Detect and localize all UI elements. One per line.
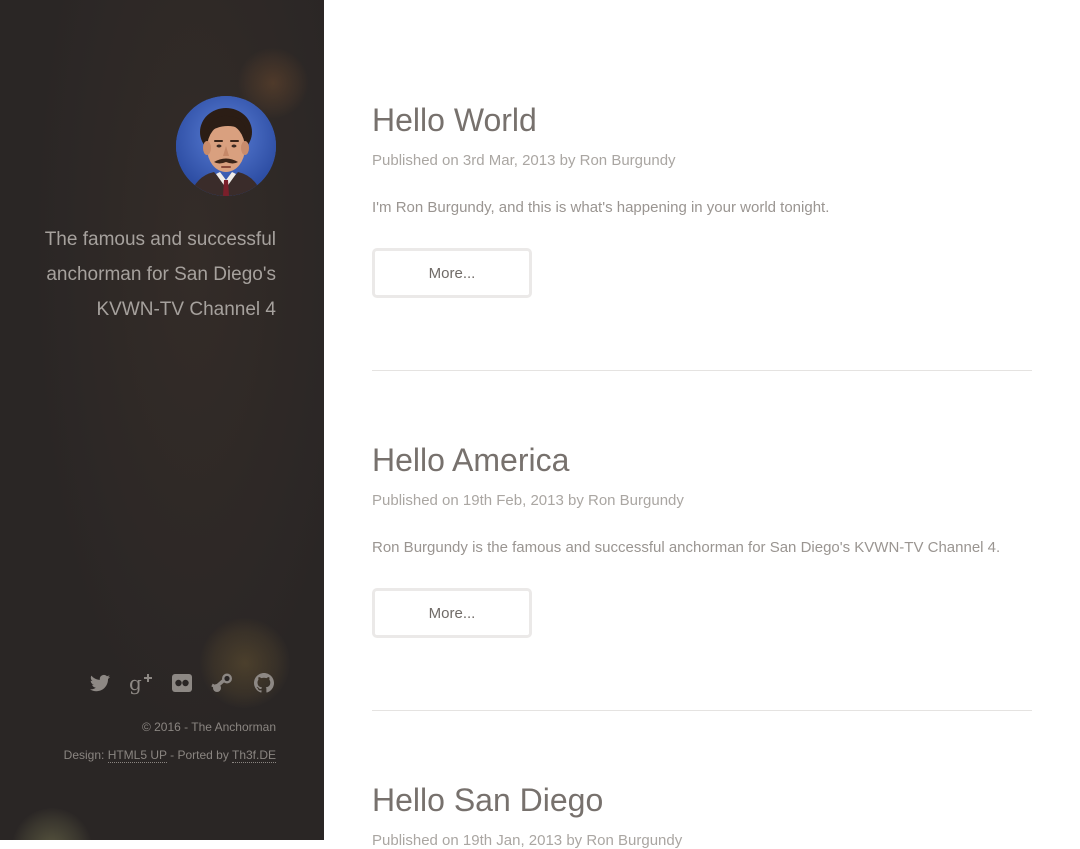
th3f-link[interactable]: Th3f.DE: [231, 748, 276, 763]
post-title[interactable]: Hello America: [372, 440, 1032, 480]
post-excerpt: I'm Ron Burgundy, and this is what's hap…: [372, 199, 830, 216]
post-divider: [372, 370, 1032, 371]
google-plus-icon[interactable]: g: [129, 671, 153, 695]
post-excerpt: Ron Burgundy is the famous and successfu…: [372, 539, 1001, 556]
github-icon[interactable]: [252, 671, 276, 695]
bokeh-light: [12, 808, 92, 840]
post-meta: Published on 19th Jan, 2013 by Ron Burgu…: [372, 832, 683, 849]
post: Hello World Published on 3rd Mar, 2013 b…: [372, 100, 1032, 298]
post-divider: [372, 710, 1032, 711]
post-meta: Published on 19th Feb, 2013 by Ron Burgu…: [372, 492, 684, 509]
svg-text:g: g: [129, 671, 142, 695]
sidebar-background-glow: [0, 0, 324, 840]
post-list: Hello World Published on 3rd Mar, 2013 b…: [372, 0, 1032, 849]
more-button[interactable]: More...: [372, 248, 532, 298]
post: Hello San Diego Published on 19th Jan, 2…: [372, 780, 1032, 849]
html5up-link[interactable]: HTML5 UP: [107, 748, 167, 763]
twitter-icon[interactable]: [88, 671, 112, 695]
credits-design-prefix: Design:: [63, 748, 108, 762]
credits-ported-prefix: - Ported by: [166, 748, 232, 762]
flickr-icon[interactable]: [170, 671, 194, 695]
post-meta: Published on 3rd Mar, 2013 by Ron Burgun…: [372, 152, 676, 169]
steam-icon[interactable]: [211, 671, 235, 695]
post-title[interactable]: Hello San Diego: [372, 780, 1032, 820]
post: Hello America Published on 19th Feb, 201…: [372, 440, 1032, 638]
avatar-portrait: [176, 96, 276, 196]
sidebar: The famous and successful anchorman for …: [0, 0, 324, 840]
copyright: © 2016 - The Anchorman: [141, 720, 276, 734]
post-title[interactable]: Hello World: [372, 100, 1032, 140]
avatar[interactable]: [176, 96, 276, 196]
more-button[interactable]: More...: [372, 588, 532, 638]
credits: Design: HTML5 UP - Ported by Th3f.DE: [63, 748, 276, 763]
social-links: g: [88, 671, 276, 695]
bio-text: The famous and successful anchorman for …: [44, 229, 276, 320]
